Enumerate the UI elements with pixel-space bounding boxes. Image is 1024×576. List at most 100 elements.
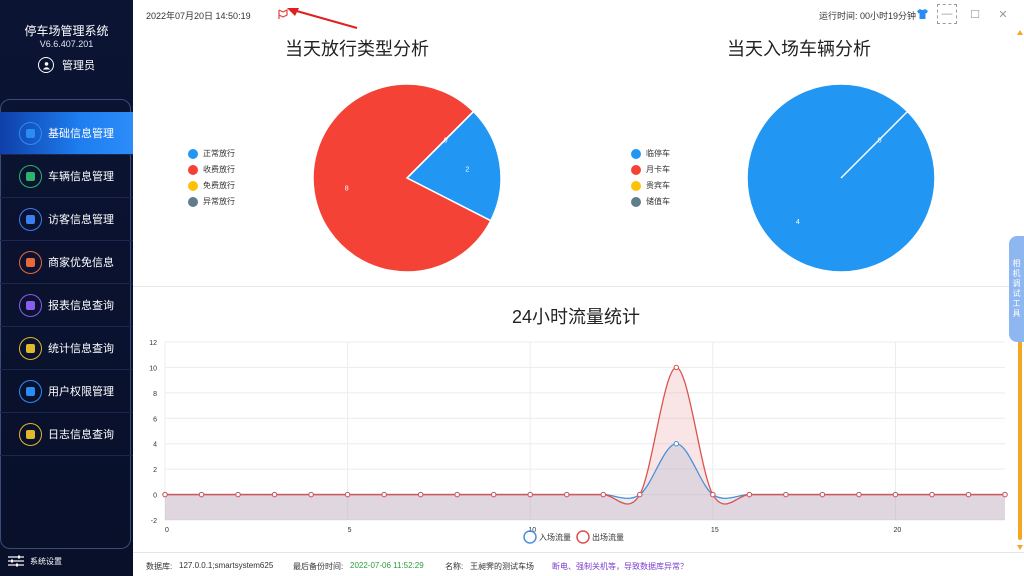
system-title: 停车场管理系统 [24,24,109,38]
legend-swatch [188,164,198,175]
parking-name-label: 名称: [445,562,464,571]
sidebar-item-1[interactable]: 车辆信息管理 [0,155,133,198]
legend-label: 贵宾车 [646,181,670,190]
legend-entry[interactable]: 临停车 [631,148,670,159]
theme-shirt-icon[interactable] [916,7,929,25]
y-tick-label: 8 [153,391,157,398]
pie-zero-label: 0 [444,137,448,144]
annotation-arrow-icon [287,8,358,29]
minimize-button[interactable]: — [937,4,957,24]
system-settings-button[interactable]: 系统设置 [8,555,62,567]
sidebar-item-label: 日志信息查询 [48,429,114,441]
legend-swatch[interactable] [576,530,590,544]
user-icon [38,57,54,73]
data-point[interactable] [235,491,241,498]
runtime-text: 运行时间: 00小时19分钟 [819,11,917,21]
camera-debug-tool-tab[interactable]: 相机调试工具 [1009,236,1024,342]
scroll-up-icon[interactable] [1017,30,1023,35]
legend-entry[interactable]: 免费放行 [188,180,235,191]
data-point[interactable] [381,491,387,498]
line-chart-traffic: -20246810120 5 10 15 20入场流量 出场流量 [149,340,1008,544]
close-button[interactable]: ✕ [993,4,1013,24]
y-tick-label: -2 [151,518,157,525]
data-point[interactable] [344,491,351,498]
data-point[interactable] [819,491,826,498]
legend-swatch [631,148,641,159]
sidebar-item-6[interactable]: 用户权限管理 [0,370,133,413]
data-point[interactable] [710,491,716,498]
sidebar-item-7[interactable]: 日志信息查询 [0,413,133,456]
current-user[interactable]: 管理员 [38,57,95,73]
sidebar-item-label: 车辆信息管理 [48,171,114,183]
sidebar-item-2[interactable]: 访客信息管理 [0,198,133,241]
legend-entry[interactable]: 贵宾车 [631,180,670,191]
y-tick-label: 4 [153,442,157,449]
legend-swatch [631,164,641,175]
x-tick-label: 0 [165,527,169,534]
legend-swatch [188,180,198,191]
x-tick-label: 5 [348,527,352,534]
data-point[interactable] [162,491,168,498]
legend-entry[interactable]: 月卡车 [631,164,670,175]
db-value: 127.0.0.1;smartsystem625 [179,561,274,570]
report-icon [19,293,42,317]
data-point[interactable] [527,491,533,498]
data-point[interactable] [637,491,643,498]
data-point[interactable] [856,491,862,498]
legend-swatch [188,196,198,207]
user-name: 管理员 [62,60,95,72]
top-bar: 2022年07月20日 14:50:19 运行时间: 00小时19分钟 — ☐ … [133,0,1024,29]
scrolling-notice[interactable]: 断电、强制关机等，导致数据库异常？ [552,561,688,572]
chart-title-traffic: 24小时流量统计 [512,307,641,327]
data-point[interactable] [965,491,972,498]
data-point[interactable] [673,364,680,371]
maximize-button[interactable]: ☐ [965,4,985,24]
x-tick-label: 15 [711,527,719,534]
series-line[interactable] [164,366,1005,505]
visitor-icon [19,207,42,231]
app-window: 停车场管理系统 V6.6.407.201 管理员 基础信息管理车辆信息管理访客信… [0,0,1024,576]
data-point[interactable] [564,491,570,498]
series-line[interactable] [164,443,1005,499]
y-tick-label: 6 [153,416,157,423]
data-point[interactable] [490,491,497,498]
legend-swatch [631,180,641,191]
legend-entry[interactable]: 异常放行 [188,196,235,207]
data-point[interactable] [929,491,935,498]
data-point[interactable] [892,491,899,498]
y-tick-label: 2 [153,467,157,474]
data-point[interactable] [417,491,424,498]
data-point[interactable] [198,491,205,498]
sidebar: 停车场管理系统 V6.6.407.201 管理员 基础信息管理车辆信息管理访客信… [0,0,133,576]
sidebar-item-3[interactable]: 商家优免信息 [0,241,133,284]
legend-entry[interactable]: 正常放行 [188,148,235,159]
sliders-icon [8,555,24,567]
legend-swatch [188,148,198,159]
data-point[interactable] [673,441,680,447]
data-point[interactable] [600,491,606,498]
section-divider [133,286,1009,287]
db-label: 数据库: [146,562,173,571]
data-point[interactable] [1002,491,1008,498]
sidebar-item-5[interactable]: 统计信息查询 [0,327,133,370]
legend-entry[interactable]: 储值车 [631,196,670,207]
sidebar-item-0[interactable]: 基础信息管理 [0,112,133,155]
legend-label: 临停车 [646,149,670,158]
data-point[interactable] [308,491,314,498]
scroll-down-icon[interactable] [1017,545,1023,550]
data-point[interactable] [271,491,278,498]
cart-icon [19,250,42,274]
series-area [165,443,1005,520]
data-point[interactable] [746,491,753,498]
data-point[interactable] [454,491,460,498]
chart-title-entry-vehicles: 当天入场车辆分析 [727,39,871,59]
legend-entry[interactable]: 收费放行 [188,164,235,175]
legend-label: 免费放行 [203,181,235,190]
parking-name-value: 王昶霁的测试车场 [470,562,534,571]
legend-label: 正常放行 [203,149,235,158]
sidebar-item-4[interactable]: 报表信息查询 [0,284,133,327]
system-version: V6.6.407.201 [39,39,94,49]
data-point[interactable] [783,491,789,498]
sidebar-item-label: 报表信息查询 [48,300,114,312]
pie-chart-release-type: 2 8 0 [312,83,502,273]
